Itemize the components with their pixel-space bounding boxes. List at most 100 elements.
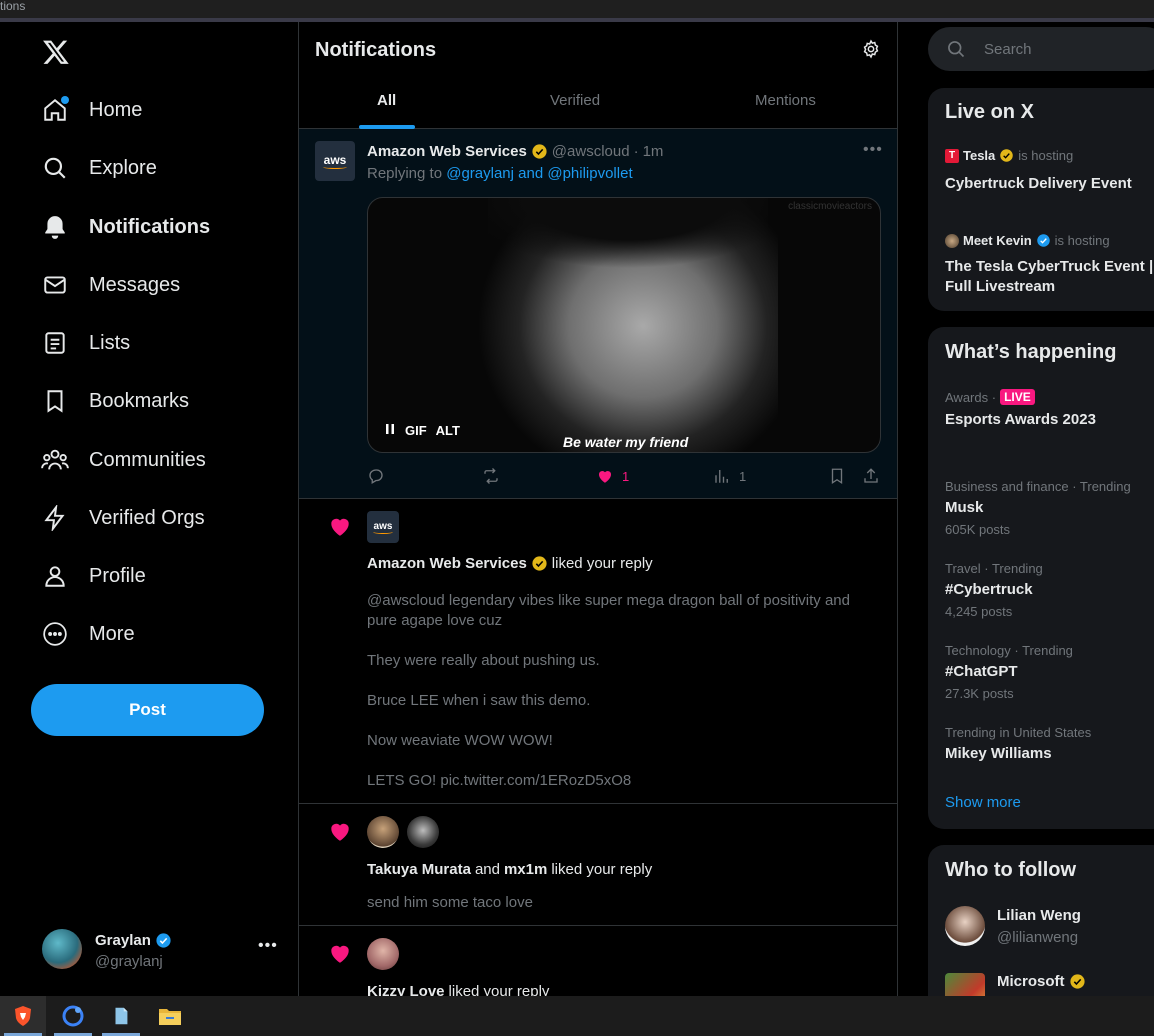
nav-home[interactable]: Home [40, 90, 142, 130]
tweet-gif-media[interactable]: classicmovieactors Be water my friend GI… [367, 197, 881, 453]
nav-profile[interactable]: Profile [40, 556, 146, 596]
x-logo-icon[interactable] [42, 38, 72, 68]
nav-bookmarks[interactable]: Bookmarks [40, 381, 189, 421]
avatar[interactable] [367, 816, 399, 848]
live-host-row[interactable]: Meet Kevin is hosting [945, 233, 1110, 248]
live-host-row[interactable]: T Tesla is hosting [945, 148, 1073, 163]
nav-verified-orgs[interactable]: Verified Orgs [40, 498, 205, 538]
trend-title[interactable]: #ChatGPT [945, 663, 1018, 680]
tab-all[interactable]: All [377, 92, 396, 109]
like-notification[interactable]: aws Amazon Web Services liked your reply… [299, 499, 897, 804]
reply-tweet[interactable]: aws Amazon Web Services @awscloud · 1m R… [299, 129, 897, 499]
follow-name[interactable]: Lilian Weng [997, 907, 1081, 924]
nav-communities[interactable]: Communities [40, 440, 206, 480]
actor-name[interactable]: Takuya Murata [367, 861, 471, 878]
live-event-title[interactable]: The Tesla CyberTruck Event | Full Livest… [945, 257, 1154, 297]
avatar[interactable] [945, 906, 985, 946]
show-more-link[interactable]: Show more [945, 794, 1021, 811]
verified-gold-badge-icon [1069, 974, 1085, 989]
views-chart-icon [715, 470, 728, 483]
trend-meta: Business and finance · Trending [945, 479, 1131, 494]
follow-name-row[interactable]: Microsoft [997, 973, 1086, 990]
account-more-icon[interactable]: ••• [258, 937, 278, 955]
unread-dot [61, 96, 69, 104]
repost-button[interactable] [481, 467, 501, 485]
trend-title[interactable]: Mikey Williams [945, 745, 1052, 762]
right-sidebar: Live on X T Tesla is hosting Cybertruck … [928, 22, 1154, 996]
nav-explore[interactable]: Explore [40, 148, 157, 188]
file-explorer-icon[interactable] [147, 996, 193, 1036]
nav-more[interactable]: More [40, 614, 135, 654]
nav-label: More [89, 622, 135, 645]
nav-label: Verified Orgs [89, 506, 205, 529]
share-button[interactable] [862, 467, 880, 485]
post-button[interactable]: Post [31, 684, 264, 736]
bookmark-icon [831, 468, 843, 485]
trend-title[interactable]: #Cybertruck [945, 581, 1033, 598]
pause-icon[interactable] [384, 423, 396, 438]
actor-name[interactable]: Amazon Web Services [367, 555, 527, 572]
reply-text-line: Now weaviate WOW WOW! [367, 732, 553, 749]
search-box[interactable] [928, 27, 1154, 71]
alt-label[interactable]: ALT [436, 423, 460, 438]
tweet-time[interactable]: 1m [643, 143, 664, 160]
envelope-icon [40, 270, 70, 300]
aws-smile-icon [373, 530, 393, 534]
replying-to-users[interactable]: @graylanj and @philipvollet [446, 165, 632, 182]
tweet-handle[interactable]: @awscloud [552, 143, 630, 160]
tab-mentions[interactable]: Mentions [755, 92, 816, 109]
aws-avatar[interactable]: aws [367, 511, 399, 543]
bookmark-button[interactable] [828, 467, 846, 485]
gif-caption: Be water my friend [563, 434, 689, 450]
heart-icon [331, 823, 349, 841]
trend-meta: Technology · Trending [945, 643, 1073, 658]
nav-messages[interactable]: Messages [40, 265, 180, 305]
trend-meta: Travel · Trending [945, 561, 1043, 576]
search-icon [40, 153, 70, 183]
nav-label: Notifications [89, 215, 211, 238]
lightning-icon [40, 503, 70, 533]
avatar[interactable] [367, 938, 399, 970]
reply-button[interactable] [367, 467, 385, 485]
like-notification[interactable]: Kizzy Love liked your reply [299, 926, 897, 996]
ring-app-icon[interactable] [50, 996, 96, 1036]
notepad-app-icon[interactable] [98, 996, 144, 1036]
tweet-author[interactable]: Amazon Web Services [367, 143, 527, 160]
tab-verified[interactable]: Verified [550, 92, 600, 109]
account-name-row: Graylan [95, 932, 172, 949]
nav-lists[interactable]: Lists [40, 323, 130, 363]
aws-avatar[interactable]: aws [315, 141, 355, 181]
card-title: What’s happening [945, 341, 1117, 363]
actor-name[interactable]: Kizzy Love [367, 983, 445, 996]
views-count: 1 [739, 468, 747, 484]
reply-text-line: Bruce LEE when i saw this demo. [367, 692, 591, 709]
trend-title[interactable]: Musk [945, 499, 983, 516]
like-button[interactable]: 1 [596, 467, 629, 485]
actor-name[interactable]: mx1m [504, 861, 547, 878]
nav-label: Communities [89, 448, 206, 471]
gif-frame-shadow [488, 198, 768, 268]
search-input[interactable] [984, 40, 1144, 58]
who-to-follow-card: Who to follow Lilian Weng @lilianweng Mi… [928, 845, 1154, 996]
avatar[interactable] [407, 816, 439, 848]
tweet-more-icon[interactable]: ••• [863, 141, 883, 159]
views-button[interactable]: 1 [713, 467, 746, 485]
trend-meta: Trending in United States [945, 725, 1092, 740]
trend-title[interactable]: Esports Awards 2023 [945, 411, 1096, 428]
browser-tab-title[interactable]: tions [0, 0, 25, 13]
whats-happening-card: What’s happening Awards · LIVE Esports A… [928, 327, 1154, 829]
share-icon [864, 468, 878, 483]
like-notification[interactable]: Takuya Murata and mx1m liked your reply … [299, 804, 897, 926]
search-icon [948, 41, 965, 58]
nav-notifications[interactable]: Notifications [40, 207, 210, 247]
gear-icon[interactable] [861, 39, 883, 61]
brave-browser-icon[interactable] [0, 996, 46, 1036]
live-event-title[interactable]: Cybertruck Delivery Event [945, 174, 1154, 194]
microsoft-avatar[interactable] [945, 973, 985, 996]
live-on-x-card: Live on X T Tesla is hosting Cybertruck … [928, 88, 1154, 311]
account-switcher[interactable]: Graylan @graylanj ••• [42, 927, 282, 975]
host-name: Meet Kevin [963, 233, 1032, 248]
avatar [945, 233, 959, 248]
bell-icon [40, 212, 70, 242]
heart-icon [331, 945, 349, 963]
